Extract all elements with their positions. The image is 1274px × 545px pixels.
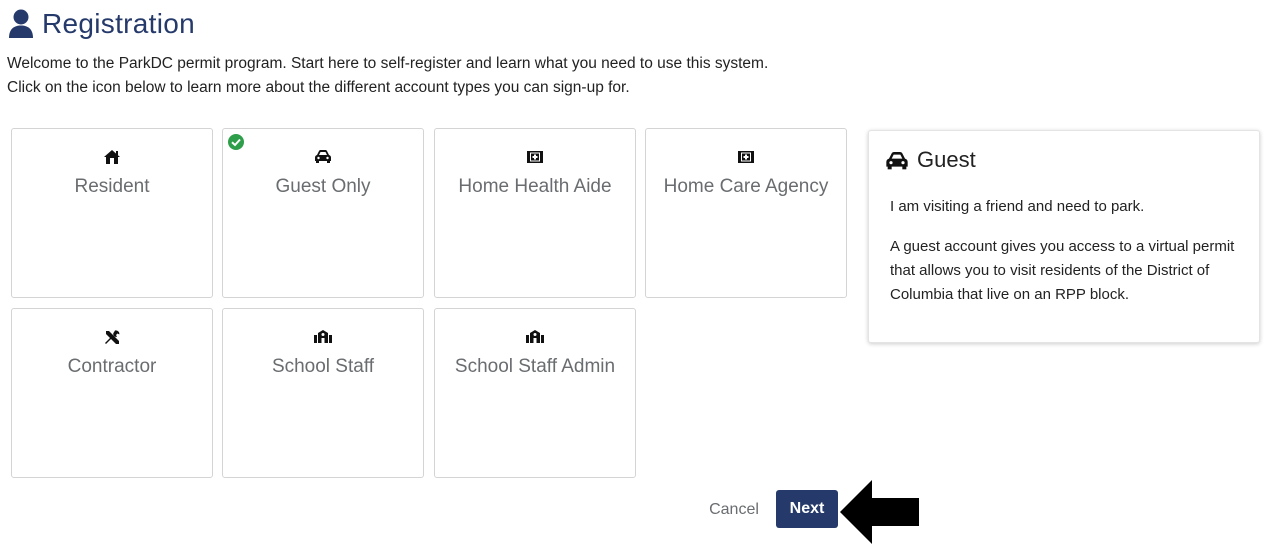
account-info-panel: Guest I am visiting a friend and need to… xyxy=(868,130,1260,343)
info-paragraph-2: A guest account gives you access to a vi… xyxy=(890,238,1235,303)
house-icon xyxy=(104,150,120,164)
next-button[interactable]: Next xyxy=(776,490,838,528)
tools-icon xyxy=(104,330,119,344)
medical-kit-icon xyxy=(527,151,543,163)
card-label: School Staff Admin xyxy=(454,356,616,377)
card-label: School Staff xyxy=(271,356,375,377)
card-home-health-aide[interactable]: Home Health Aide xyxy=(434,128,636,298)
card-label: Resident xyxy=(74,176,150,197)
intro-text: Welcome to the ParkDC permit program. St… xyxy=(7,52,768,100)
school-icon xyxy=(314,330,332,343)
card-school-staff-admin[interactable]: School Staff Admin xyxy=(434,308,636,478)
card-label: Home Health Aide xyxy=(458,176,612,197)
car-icon xyxy=(886,152,908,170)
card-guest-only[interactable]: Guest Only xyxy=(222,128,424,298)
page-title: Registration xyxy=(42,8,196,39)
card-label: Guest Only xyxy=(275,176,371,197)
card-home-care-agency[interactable]: Home Care Agency xyxy=(645,128,847,298)
medical-kit-icon xyxy=(738,151,754,163)
cancel-button[interactable]: Cancel xyxy=(700,492,768,528)
card-contractor[interactable]: Contractor xyxy=(11,308,213,478)
info-panel-body: I am visiting a friend and need to park.… xyxy=(890,195,1237,323)
school-icon xyxy=(526,330,544,343)
arrow-left-icon xyxy=(840,480,919,544)
card-label: Home Care Agency xyxy=(663,176,829,197)
car-icon xyxy=(315,150,331,163)
check-circle-icon xyxy=(228,134,244,150)
card-resident[interactable]: Resident xyxy=(11,128,213,298)
card-label: Contractor xyxy=(67,356,157,377)
page-header: Registration xyxy=(8,6,195,42)
card-school-staff[interactable]: School Staff xyxy=(222,308,424,478)
user-icon xyxy=(9,9,33,38)
intro-line-2: Click on the icon below to learn more ab… xyxy=(7,79,630,96)
intro-line-1: Welcome to the ParkDC permit program. St… xyxy=(7,55,769,72)
info-panel-header: Guest xyxy=(885,147,976,173)
info-paragraph-1: I am visiting a friend and need to park. xyxy=(890,198,1145,215)
info-panel-title: Guest xyxy=(917,147,976,172)
